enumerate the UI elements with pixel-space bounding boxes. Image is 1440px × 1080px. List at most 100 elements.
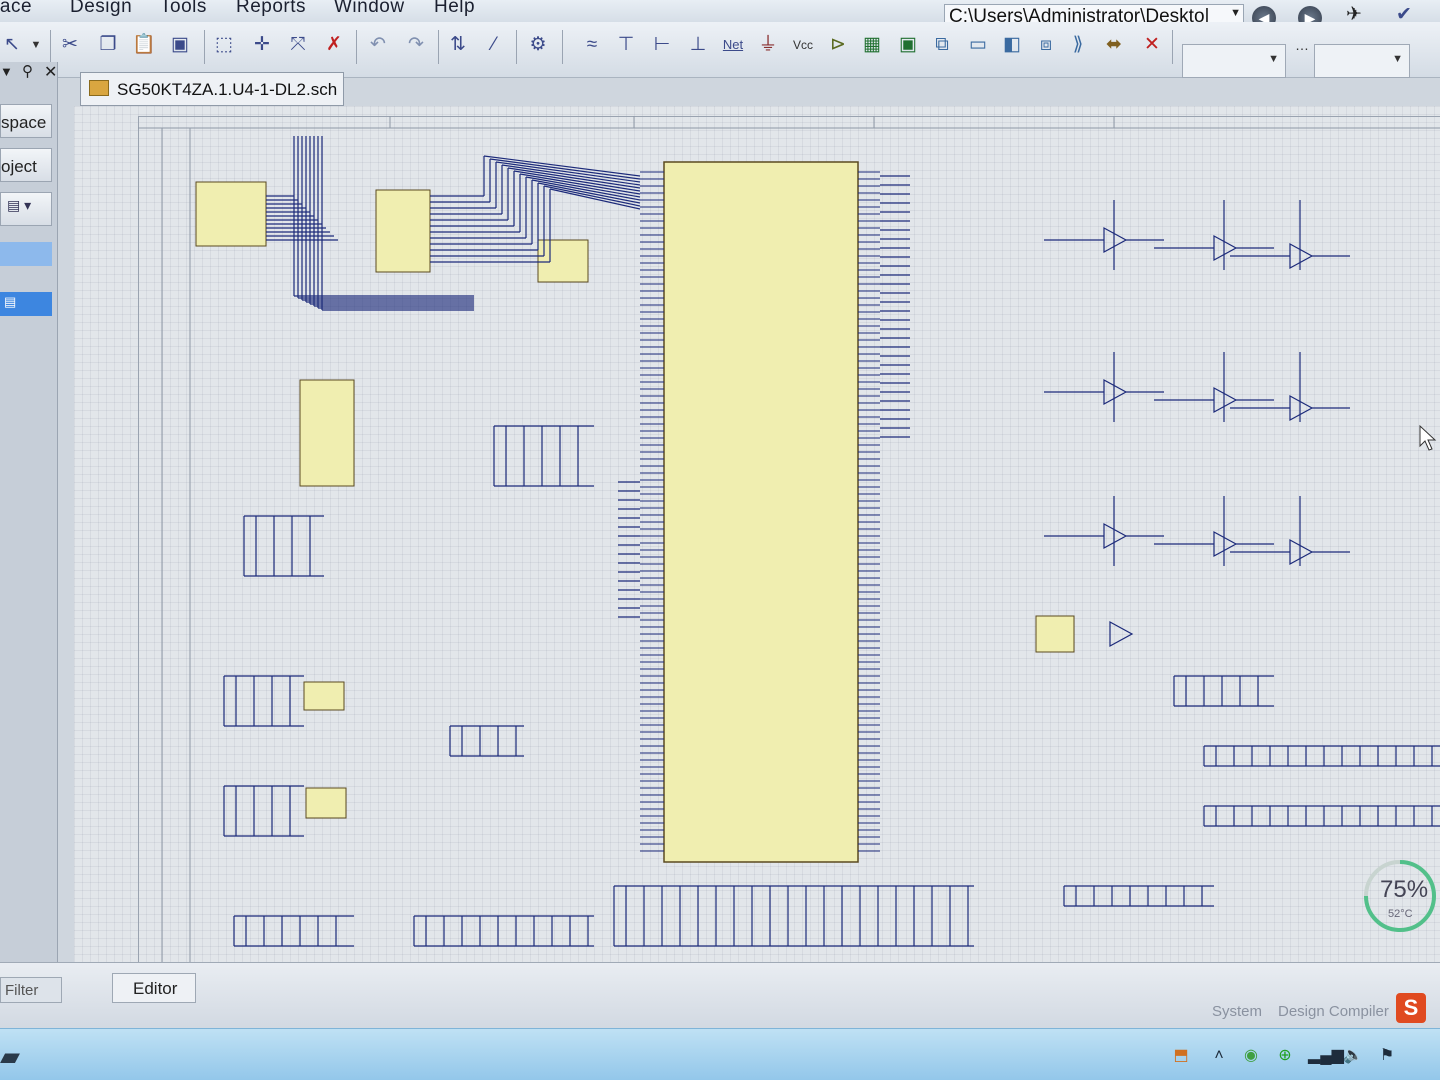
mcu-right-pins <box>858 171 880 852</box>
mcu-component[interactable] <box>640 161 880 863</box>
add-icon[interactable]: ⊕ <box>1274 1045 1296 1067</box>
select-area-icon[interactable]: ⬚ <box>212 32 236 58</box>
ic-u7[interactable] <box>1035 615 1075 653</box>
op-amp-symbol[interactable] <box>1103 378 1128 406</box>
action-center-icon[interactable]: ⚑ <box>1376 1045 1398 1067</box>
status-design-compiler[interactable]: Design Compiler <box>1278 1003 1389 1020</box>
chevron-down-icon[interactable]: ▼ <box>1230 7 1241 19</box>
chevron-down-icon[interactable]: ▼ <box>1268 53 1279 65</box>
project-button[interactable]: oject <box>0 148 52 182</box>
no-erc-icon[interactable]: ✕ <box>1140 32 1164 58</box>
toolbar-separator <box>50 30 51 64</box>
input-method-icon[interactable]: ⬒ <box>1170 1045 1192 1067</box>
redo-icon[interactable]: ↷ <box>404 32 428 58</box>
cross-probe-icon[interactable]: ⁄ <box>482 32 506 58</box>
part-icon[interactable]: ⊳ <box>826 32 850 58</box>
paste-icon[interactable]: 📋 <box>132 32 156 58</box>
bus-icon[interactable]: ⊤ <box>614 32 638 58</box>
chevron-up-icon[interactable]: ˄ <box>1208 1045 1230 1067</box>
start-button-icon[interactable]: ▰ <box>0 1041 20 1072</box>
browse-component-icon[interactable]: ⚙ <box>526 32 550 58</box>
ic-u3[interactable] <box>299 379 355 487</box>
op-amp-symbol[interactable] <box>1289 242 1314 270</box>
menu-design[interactable]: Design <box>70 0 132 18</box>
menu-reports[interactable]: Reports <box>236 0 306 18</box>
workspace-label: space <box>1 113 47 132</box>
harness-icon[interactable]: ⧈ <box>1034 32 1058 58</box>
toolbar: ↖ ▼ ✂ ❐ 📋 ▣ ⬚ ✛ ⤧ ✗ ↶ ↷ ⇅ ⁄ ⚙ ≈ ⊤ ⊢ ⊥ Ne… <box>0 22 1440 78</box>
copy-icon[interactable]: ❐ <box>96 32 120 58</box>
close-icon[interactable]: ✕ <box>44 62 57 82</box>
op-amp-symbol[interactable] <box>1109 620 1134 648</box>
status-system[interactable]: System <box>1212 1003 1262 1020</box>
panel-options-button[interactable]: ▤ ▾ <box>0 192 52 226</box>
mcu-left-pins <box>640 171 664 852</box>
pin-icon[interactable]: ⚲ <box>22 62 33 80</box>
menu-tools[interactable]: Tools <box>160 0 207 18</box>
sheet-entry-icon[interactable]: ▣ <box>896 32 920 58</box>
ground-icon[interactable]: ⏚ <box>756 32 780 58</box>
toolbar-separator <box>562 30 563 64</box>
ic-u2[interactable] <box>375 189 431 273</box>
port-icon[interactable]: ▭ <box>966 32 990 58</box>
menu-window[interactable]: Window <box>334 0 405 18</box>
ic-regulator[interactable] <box>537 239 589 283</box>
select-icon[interactable]: ↖ <box>0 32 24 58</box>
op-amp-symbol[interactable] <box>1103 522 1128 550</box>
menu-place[interactable]: Place <box>0 0 32 18</box>
workspace-panel: ▼ ⚲ ✕ space oject ▤ ▾ ▤ <box>0 62 58 974</box>
app-window: Place Design Tools Reports Window Help C… <box>0 0 1440 1080</box>
ic-u6[interactable] <box>305 787 347 819</box>
filter-tab[interactable]: Filter <box>0 977 62 1003</box>
filter-label: Filter <box>5 982 39 999</box>
ic-u5[interactable] <box>303 681 345 711</box>
op-amp-symbol[interactable] <box>1289 394 1314 422</box>
move-icon[interactable]: ✛ <box>250 32 274 58</box>
menu-help[interactable]: Help <box>434 0 475 18</box>
schematic-doc-icon <box>89 80 109 96</box>
net-label-icon[interactable]: Net <box>718 32 748 58</box>
ic-u1[interactable] <box>195 181 267 247</box>
up-down-hierarchy-icon[interactable]: ⇅ <box>446 32 470 58</box>
network-globe-icon[interactable]: ◉ <box>1240 1045 1262 1067</box>
schematic-editor[interactable] <box>74 106 1440 962</box>
chevron-down-icon[interactable]: ▼ <box>24 32 48 58</box>
cut-icon[interactable]: ✂ <box>58 32 82 58</box>
zoom-combobox[interactable]: ▼ <box>1314 44 1410 78</box>
more-icon[interactable]: … <box>1290 32 1314 58</box>
panel-menu-icon[interactable]: ▼ <box>0 64 13 79</box>
editor-tab[interactable]: Editor <box>112 973 196 1003</box>
signal-harness-icon[interactable]: ⟫ <box>1066 32 1090 58</box>
document-tree-item-selected[interactable]: ▤ <box>0 292 52 316</box>
toolbar-separator <box>356 30 357 64</box>
undo-icon[interactable]: ↶ <box>366 32 390 58</box>
signal-icon[interactable]: ▂▄▆ <box>1308 1045 1344 1067</box>
workspace-button[interactable]: space <box>0 104 52 138</box>
project-tree-item[interactable] <box>0 242 52 266</box>
mouse-cursor-icon <box>1419 424 1437 451</box>
clear-icon[interactable]: ✗ <box>322 32 346 58</box>
document-tab[interactable]: SG50KT4ZA.1.U4-1-DL2.sch <box>80 72 344 106</box>
off-sheet-icon[interactable]: ◧ <box>1000 32 1024 58</box>
toolbar-separator <box>1172 30 1173 64</box>
bus-entry-icon[interactable]: ⊢ <box>650 32 674 58</box>
op-amp-symbol[interactable] <box>1103 226 1128 254</box>
directive-icon[interactable]: ⬌ <box>1102 32 1126 58</box>
filter-combobox[interactable]: ▼ <box>1182 44 1286 78</box>
project-label: oject <box>1 157 37 176</box>
junction-icon[interactable]: ⊥ <box>686 32 710 58</box>
performance-gauge: 75% 52°C <box>1358 850 1440 942</box>
power-port-icon[interactable]: Vcc <box>788 32 818 58</box>
sheet-symbol-icon[interactable]: ▦ <box>860 32 884 58</box>
schematic-canvas[interactable] <box>74 106 1440 962</box>
rubber-stamp-icon[interactable]: ▣ <box>168 32 192 58</box>
app-logo-icon: S <box>1396 993 1426 1023</box>
chevron-down-icon[interactable]: ▼ <box>1392 53 1403 65</box>
wire-icon[interactable]: ≈ <box>580 32 604 58</box>
volume-icon[interactable]: 🔈 <box>1342 1045 1364 1067</box>
op-amp-symbol[interactable] <box>1289 538 1314 566</box>
gauge-percent: 75% <box>1380 876 1429 903</box>
document-icon: ▤ <box>4 294 17 309</box>
deselect-icon[interactable]: ⤧ <box>286 32 310 58</box>
device-sheet-icon[interactable]: ⧉ <box>930 32 954 58</box>
